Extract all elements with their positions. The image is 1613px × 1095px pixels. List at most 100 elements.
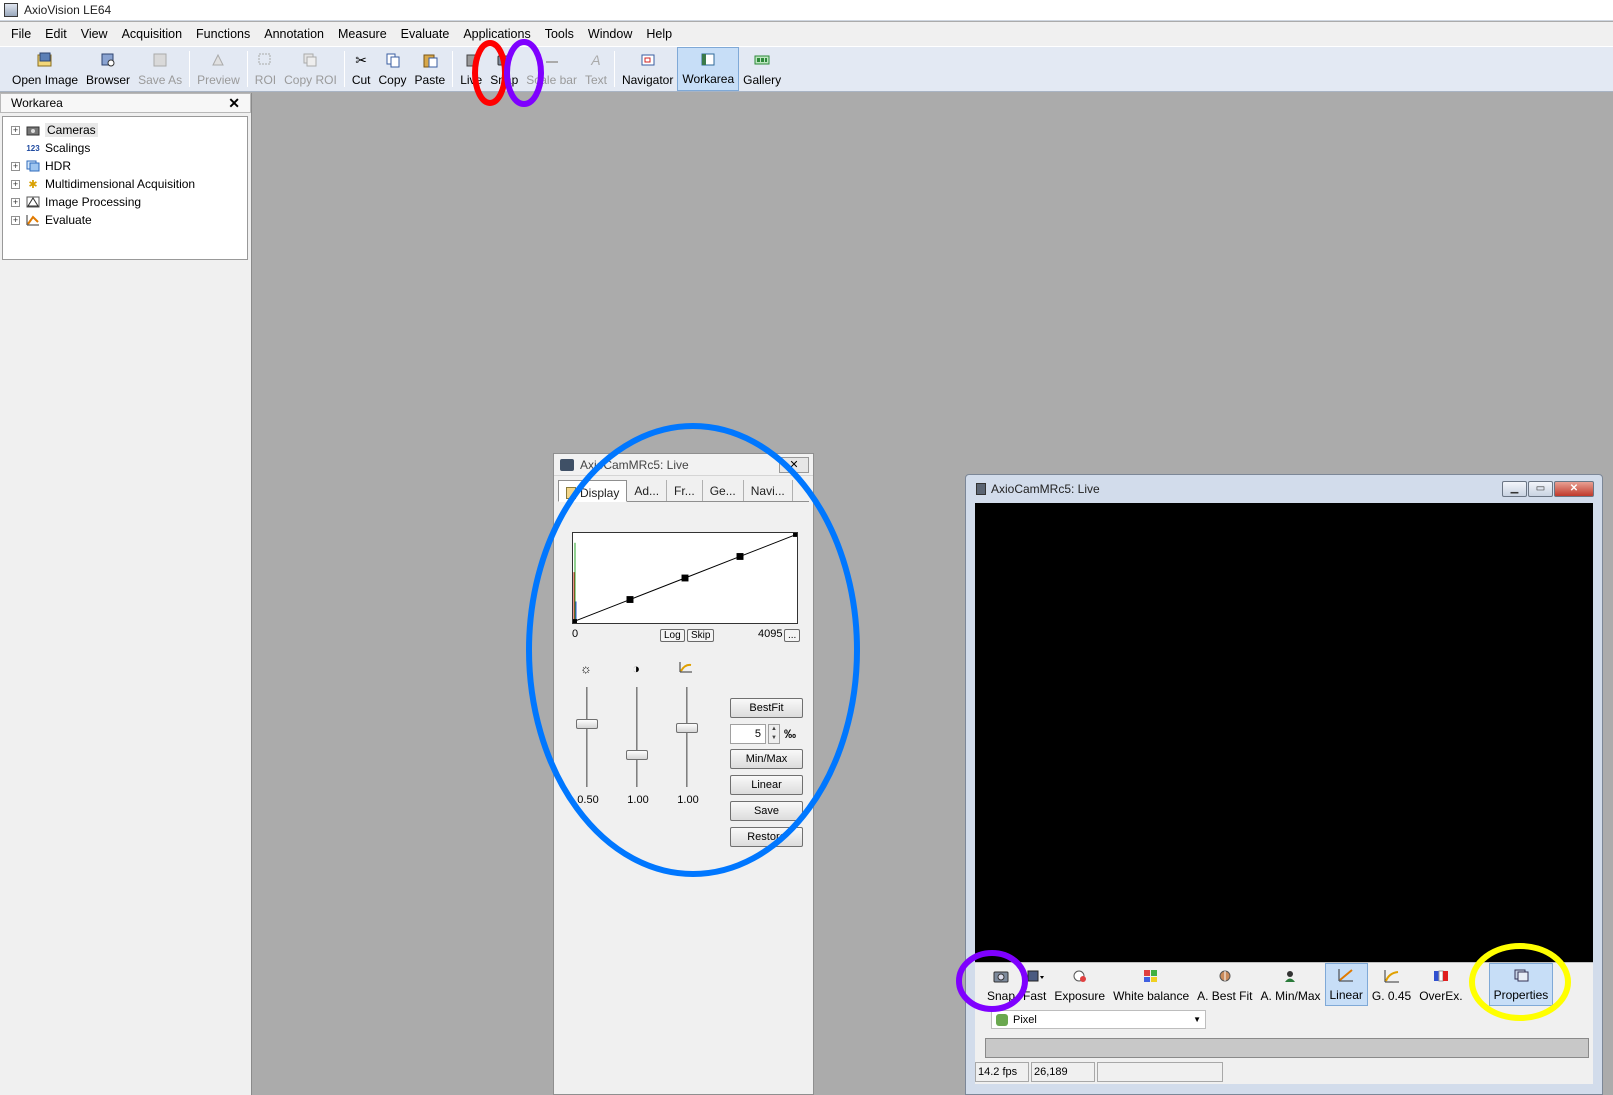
- menu-file[interactable]: File: [4, 22, 38, 46]
- auto-best-fit-icon: [1217, 969, 1233, 985]
- white-balance-button[interactable]: White balance: [1109, 963, 1193, 1006]
- tab-navigation[interactable]: Navi...: [744, 480, 793, 501]
- tree-item-hdr[interactable]: + HDR: [11, 157, 247, 175]
- expand-icon[interactable]: +: [11, 215, 20, 225]
- brightness-slider-thumb[interactable]: [576, 718, 598, 729]
- fast-button[interactable]: Fast: [1019, 963, 1050, 1006]
- menu-tools[interactable]: Tools: [538, 22, 581, 46]
- log-button[interactable]: Log: [660, 629, 685, 642]
- scaling-select[interactable]: Pixel ▼: [991, 1010, 1206, 1029]
- gamma-slider-thumb[interactable]: [676, 723, 698, 733]
- overexposure-icon: [1433, 969, 1449, 985]
- menu-edit[interactable]: Edit: [38, 22, 74, 46]
- linear-button[interactable]: Linear: [1324, 963, 1368, 1006]
- snap-button[interactable]: Snap: [486, 47, 522, 91]
- auto-min-max-button[interactable]: A. Min/Max: [1256, 963, 1324, 1006]
- curve-control-point[interactable]: [793, 533, 797, 537]
- scale-bar-icon: [543, 51, 561, 69]
- live-image-view[interactable]: [975, 503, 1593, 962]
- auto-min-max-icon: [1282, 969, 1298, 985]
- tab-frame[interactable]: Fr...: [667, 480, 703, 501]
- menu-applications[interactable]: Applications: [456, 22, 537, 46]
- menu-acquisition[interactable]: Acquisition: [115, 22, 189, 46]
- menu-evaluate[interactable]: Evaluate: [394, 22, 457, 46]
- menu-annotation[interactable]: Annotation: [257, 22, 331, 46]
- minimize-button[interactable]: ▁: [1502, 481, 1527, 497]
- gallery-icon: [753, 51, 771, 69]
- expand-icon[interactable]: +: [11, 161, 20, 171]
- multidimensional-icon: ✱: [28, 178, 38, 191]
- menu-functions[interactable]: Functions: [189, 22, 257, 46]
- text-button[interactable]: A Text: [581, 47, 611, 91]
- copy-button[interactable]: Copy: [375, 47, 411, 91]
- minmax-button[interactable]: Min/Max: [730, 749, 803, 769]
- tree-item-multidimensional-acquisition[interactable]: + ✱ Multidimensional Acquisition: [11, 175, 247, 193]
- auto-best-fit-button[interactable]: A. Best Fit: [1193, 963, 1256, 1006]
- copy-roi-button[interactable]: Copy ROI: [280, 47, 341, 91]
- menu-window[interactable]: Window: [581, 22, 639, 46]
- tab-adjust[interactable]: Ad...: [627, 480, 668, 501]
- navigator-button[interactable]: Navigator: [618, 47, 677, 91]
- preview-icon: [209, 51, 227, 69]
- display-curve-graph[interactable]: [572, 532, 798, 624]
- workarea-button[interactable]: Workarea: [677, 47, 740, 91]
- cursor-coordinates: 26,189: [1031, 1062, 1095, 1082]
- tree-item-image-processing[interactable]: + Image Processing: [11, 193, 247, 211]
- paste-button[interactable]: Paste: [411, 47, 450, 91]
- bestfit-button[interactable]: BestFit: [730, 698, 803, 718]
- live-button[interactable]: Live: [456, 47, 486, 91]
- tree-item-evaluate[interactable]: + Evaluate: [11, 211, 247, 229]
- live-snap-button[interactable]: Snap: [983, 963, 1019, 1006]
- curve-control-point[interactable]: [626, 596, 634, 603]
- preview-button[interactable]: Preview: [193, 47, 244, 91]
- cut-button[interactable]: ✂ Cut: [348, 47, 375, 91]
- hdr-icon: [25, 159, 41, 173]
- brightness-track[interactable]: [586, 687, 588, 787]
- roi-icon: [256, 51, 274, 69]
- bestfit-permille-input[interactable]: 5: [730, 724, 766, 744]
- copy-icon: [384, 51, 402, 69]
- menu-help[interactable]: Help: [639, 22, 679, 46]
- restore-button[interactable]: Restore: [730, 827, 803, 847]
- linear-button[interactable]: Linear: [730, 775, 803, 795]
- open-image-button[interactable]: Open Image: [8, 47, 82, 91]
- gallery-button[interactable]: Gallery: [739, 47, 785, 91]
- tree-item-scalings[interactable]: 123 Scalings: [11, 139, 247, 157]
- properties-button[interactable]: Properties: [1488, 963, 1554, 1006]
- brightness-icon: ☼: [580, 661, 592, 676]
- overexposure-button[interactable]: OverEx.: [1415, 963, 1466, 1006]
- skip-button[interactable]: Skip: [687, 629, 715, 642]
- curve-control-point[interactable]: [681, 574, 689, 582]
- close-icon[interactable]: ✕: [228, 95, 240, 112]
- tree-item-cameras[interactable]: + Cameras: [11, 121, 247, 139]
- menu-measure[interactable]: Measure: [331, 22, 394, 46]
- navigator-icon: [639, 51, 657, 69]
- gamma-track[interactable]: [686, 687, 688, 787]
- tab-display[interactable]: Display: [558, 480, 628, 502]
- tab-general[interactable]: Ge...: [703, 480, 744, 501]
- expand-icon[interactable]: +: [11, 179, 20, 189]
- curve-control-point[interactable]: [573, 619, 577, 623]
- browser-button[interactable]: Browser: [82, 47, 134, 91]
- permille-spinner[interactable]: ▲ ▼: [768, 724, 780, 744]
- expand-icon[interactable]: +: [11, 125, 20, 135]
- close-button[interactable]: ✕: [1554, 481, 1594, 497]
- restore-button[interactable]: ▭: [1528, 481, 1553, 497]
- curve-control-point[interactable]: [736, 553, 744, 560]
- close-button[interactable]: ✕: [779, 456, 809, 473]
- contrast-track[interactable]: [636, 687, 638, 787]
- save-button[interactable]: Save: [730, 801, 803, 821]
- scaling-icon: [996, 1013, 1008, 1026]
- exposure-button[interactable]: Exposure: [1050, 963, 1109, 1006]
- roi-button[interactable]: ROI: [251, 47, 280, 91]
- curve-max-label: 4095: [758, 628, 783, 640]
- menu-view[interactable]: View: [74, 22, 115, 46]
- scaling-icon: 123: [26, 143, 40, 153]
- contrast-slider-thumb[interactable]: [626, 750, 648, 760]
- expand-icon[interactable]: +: [11, 197, 20, 207]
- scale-bar-button[interactable]: Scale bar: [522, 47, 581, 91]
- dialog-tabs: Display Ad... Fr... Ge... Navi...: [558, 480, 809, 502]
- save-as-button[interactable]: Save As: [134, 47, 186, 91]
- gamma-button[interactable]: G. 0.45: [1368, 963, 1415, 1006]
- curve-more-button[interactable]: ...: [784, 629, 801, 642]
